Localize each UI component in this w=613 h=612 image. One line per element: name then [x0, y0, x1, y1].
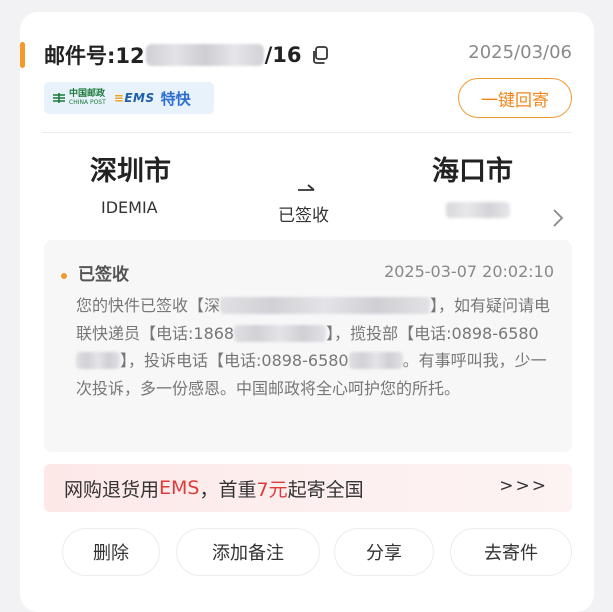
divider: [42, 132, 572, 133]
tracking-detail: 已签收 2025-03-07 20:02:10 您的快件已签收【深 】，如有疑问请…: [44, 240, 572, 452]
tracking-text-3: 】，揽投部【电话:0898-6580: [326, 323, 539, 343]
promo-text-2: ，首重: [199, 478, 257, 501]
tracking-text-1: 您的快件已签收【深: [76, 296, 221, 315]
redacted-phone-1: [234, 324, 327, 342]
go-send-button[interactable]: 去寄件: [450, 528, 572, 576]
ship-date: 2025/03/06: [468, 42, 572, 63]
ems-logo: ≡EMS: [113, 91, 155, 105]
shipment-card: 邮件号:12 /16 2025/03/06 中国邮政 CHINA POST ≡E…: [20, 12, 594, 612]
china-post-emblem-icon: [53, 93, 65, 103]
promo-ems: EMS: [159, 477, 200, 499]
delete-button[interactable]: 删除: [62, 528, 160, 576]
promo-more-icon[interactable]: >>>: [499, 476, 548, 496]
tracking-text-4: 】，投诉电话【电话:0898-6580: [120, 351, 349, 370]
ems-logo-text: EMS: [124, 91, 155, 105]
chevron-right-icon[interactable]: [552, 207, 564, 229]
mail-number-prefix: 邮件号:12: [44, 44, 145, 68]
china-post-en: CHINA POST: [69, 99, 106, 106]
origin-city: 深圳市: [90, 156, 171, 187]
origin-code: IDEMIA: [101, 198, 158, 217]
promo-banner[interactable]: 网购退货用 EMS ，首重 7元 起寄全国 >>>: [44, 464, 572, 512]
service-type: 特快: [160, 89, 191, 108]
destination-code-redacted: [446, 202, 510, 218]
destination-city: 海口市: [432, 156, 513, 187]
mail-number-redacted: [145, 44, 264, 66]
redacted-phone-2: [76, 352, 120, 369]
redacted-address: [220, 297, 431, 314]
one-click-return-button[interactable]: 一键回寄: [458, 78, 572, 118]
carrier-badge: 中国邮政 CHINA POST ≡EMS 特快: [44, 82, 214, 114]
tracking-message: 您的快件已签收【深 】，如有疑问请电联快递员【电话:1868 】，揽投部【电话:08…: [76, 292, 556, 402]
promo-text-1: 网购退货用: [64, 478, 160, 501]
status-dot-icon: [61, 273, 67, 279]
add-note-button[interactable]: 添加备注: [176, 528, 320, 576]
china-post-logo: 中国邮政 CHINA POST: [52, 90, 106, 106]
china-post-cn: 中国邮政: [69, 89, 106, 99]
accent-bar: [20, 42, 25, 68]
route-status: 已签收: [278, 206, 329, 226]
redacted-phone-3: [348, 352, 403, 369]
tracking-time: 2025-03-07 20:02:10: [384, 262, 554, 281]
mail-number-suffix: /16: [264, 43, 302, 67]
tracking-status: 已签收: [78, 265, 129, 285]
promo-text-3: 起寄全国: [287, 478, 364, 501]
route-arrow-icon: [298, 184, 315, 191]
promo-price: 7元: [256, 478, 288, 501]
share-button[interactable]: 分享: [334, 528, 434, 576]
copy-icon[interactable]: [310, 45, 330, 65]
mail-number: 邮件号:12 /16: [44, 40, 330, 70]
